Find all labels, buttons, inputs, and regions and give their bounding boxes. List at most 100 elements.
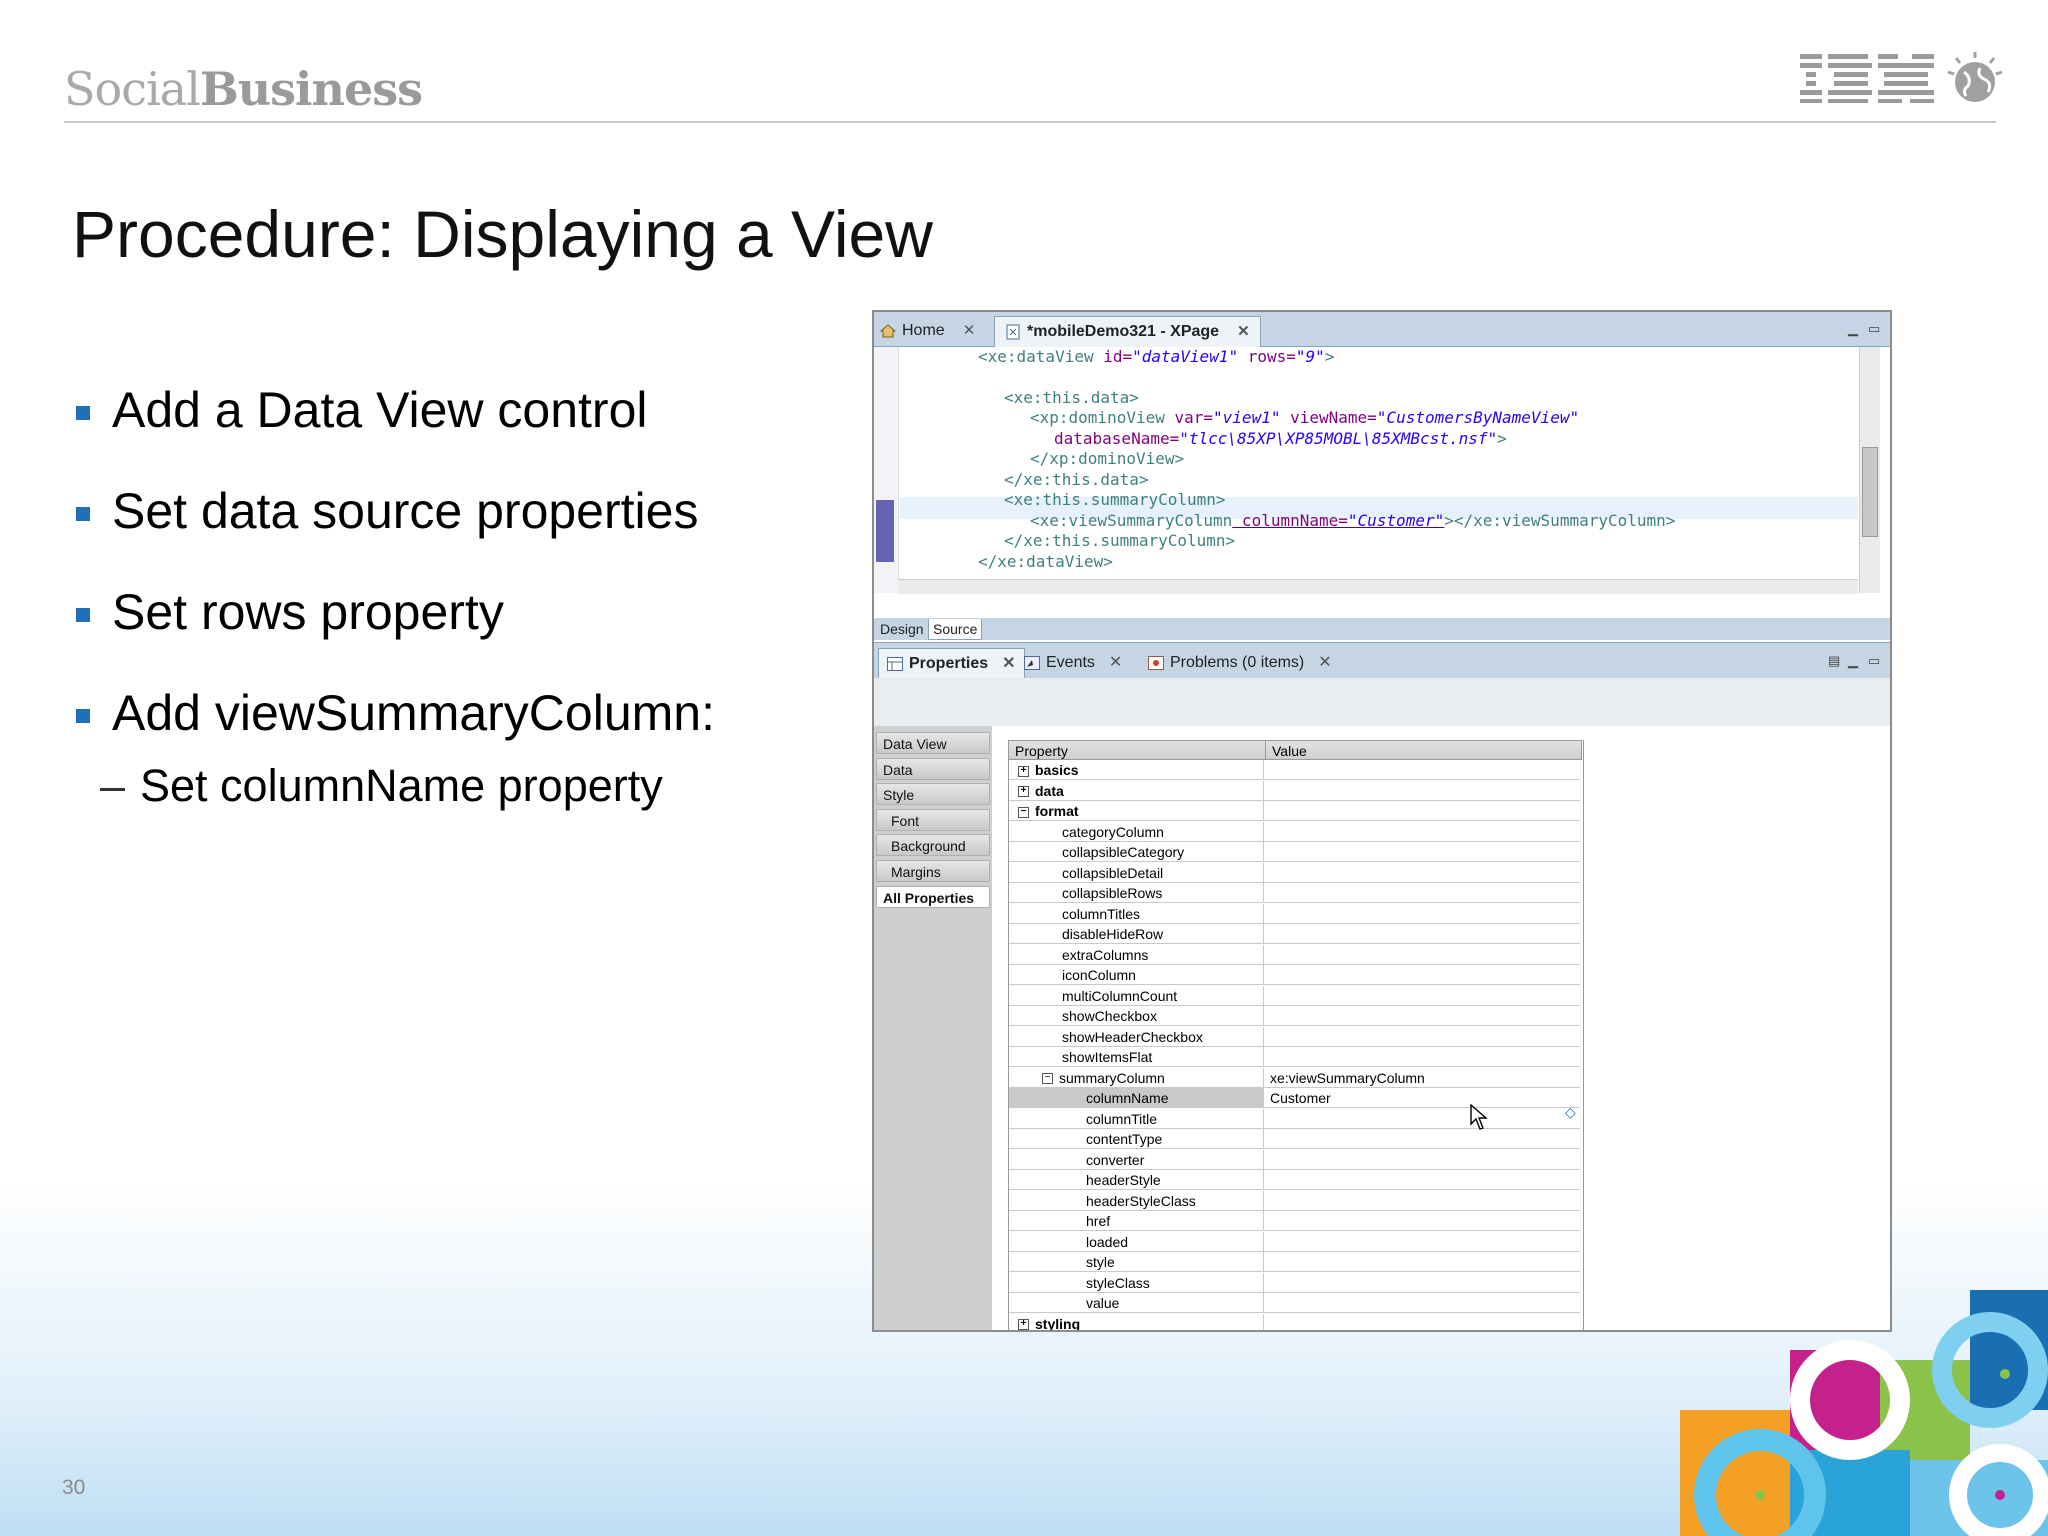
property-row[interactable]: showCheckbox — [1008, 1006, 1580, 1026]
property-row[interactable]: − format — [1008, 801, 1580, 821]
property-value[interactable] — [1266, 1129, 1582, 1149]
property-value[interactable] — [1266, 924, 1582, 944]
header-rule — [64, 121, 1996, 123]
property-value[interactable] — [1266, 801, 1582, 821]
tab-xpage[interactable]: *mobileDemo321 - XPage ✕ — [994, 316, 1261, 347]
property-value[interactable] — [1266, 1027, 1582, 1047]
column-header-value[interactable]: Value — [1265, 740, 1582, 760]
tab-label: Problems (0 items) — [1170, 654, 1305, 671]
property-name-cell: showItemsFlat — [1008, 1047, 1264, 1067]
collapse-icon[interactable]: − — [1018, 806, 1029, 818]
property-value[interactable] — [1266, 842, 1582, 862]
property-row[interactable]: collapsibleDetail — [1008, 862, 1582, 883]
maximize-icon[interactable]: ▭ — [1868, 653, 1880, 669]
property-name: styleClass — [1086, 1274, 1150, 1291]
property-row[interactable]: href — [1008, 1211, 1580, 1231]
property-value[interactable] — [1266, 781, 1582, 801]
expand-icon[interactable]: + — [1018, 1319, 1029, 1330]
collapse-icon[interactable]: − — [1042, 1073, 1053, 1085]
property-name-cell: + data — [1008, 780, 1264, 801]
category-tab[interactable]: Data — [876, 757, 990, 780]
close-icon[interactable]: ✕ — [963, 322, 976, 339]
close-icon[interactable]: ✕ — [1002, 655, 1015, 672]
minimize-icon[interactable]: ▁ — [1848, 321, 1858, 337]
property-value[interactable]: xe:viewSummaryColumn — [1266, 1068, 1582, 1088]
scroll-thumb[interactable] — [1862, 447, 1878, 537]
vertical-scrollbar[interactable] — [1859, 347, 1880, 593]
property-value[interactable] — [1266, 1314, 1582, 1331]
property-value[interactable] — [1266, 1150, 1582, 1170]
property-row[interactable]: columnName Customer — [1008, 1088, 1580, 1108]
tab-home[interactable]: Home ✕ — [880, 316, 975, 346]
property-row[interactable]: style — [1008, 1252, 1580, 1272]
source-editor[interactable]: <xe:dataView id="dataView1" rows="9"> <x… — [874, 347, 1890, 594]
property-row[interactable]: headerStyleClass — [1008, 1190, 1582, 1211]
property-value[interactable] — [1266, 1273, 1582, 1293]
property-value[interactable] — [1266, 760, 1582, 780]
property-row[interactable]: + styling — [1008, 1313, 1582, 1331]
property-name: showCheckbox — [1062, 1008, 1157, 1024]
expand-icon[interactable]: + — [1018, 786, 1029, 798]
property-row[interactable]: extraColumns — [1008, 944, 1582, 965]
tab-source[interactable]: Source — [928, 619, 983, 640]
property-row[interactable]: collapsibleRows — [1008, 883, 1580, 903]
property-row[interactable]: columnTitle — [1008, 1108, 1582, 1129]
property-row[interactable]: disableHideRow — [1008, 924, 1580, 944]
close-icon[interactable]: ✕ — [1318, 654, 1331, 671]
column-header-property[interactable]: Property — [1008, 740, 1266, 760]
property-value[interactable] — [1266, 986, 1582, 1006]
property-value[interactable] — [1266, 1252, 1582, 1272]
property-value[interactable] — [1266, 863, 1582, 883]
property-row[interactable]: collapsibleCategory — [1008, 842, 1580, 862]
tab-design[interactable]: Design — [876, 619, 928, 639]
property-value[interactable] — [1266, 1191, 1582, 1211]
property-row[interactable]: contentType — [1008, 1129, 1580, 1149]
property-row[interactable]: iconColumn — [1008, 965, 1580, 985]
property-value[interactable] — [1266, 1211, 1582, 1231]
property-value[interactable] — [1266, 965, 1582, 985]
maximize-icon[interactable]: ▭ — [1868, 321, 1880, 337]
category-tab[interactable]: Style — [876, 783, 990, 806]
property-value[interactable] — [1266, 1047, 1582, 1067]
tab-problems[interactable]: Problems (0 items) ✕ — [1148, 648, 1332, 678]
property-row[interactable]: styleClass — [1008, 1272, 1582, 1293]
category-tab[interactable]: Data View — [876, 732, 990, 754]
property-value[interactable] — [1266, 883, 1582, 903]
property-row[interactable]: showHeaderCheckbox — [1008, 1026, 1582, 1047]
property-value[interactable] — [1266, 822, 1582, 842]
property-row[interactable]: + data — [1008, 780, 1582, 801]
value-editor-icon[interactable]: ◇ — [1565, 1104, 1576, 1121]
view-menu-icon[interactable]: ▤ — [1828, 653, 1840, 669]
property-row[interactable]: categoryColumn — [1008, 821, 1582, 842]
property-name: columnTitles — [1062, 905, 1141, 922]
property-value[interactable] — [1266, 1293, 1582, 1313]
category-tab[interactable]: Font — [876, 808, 990, 831]
category-tab[interactable]: Margins — [876, 860, 990, 882]
property-name-cell: collapsibleDetail — [1008, 862, 1264, 883]
tab-properties[interactable]: Properties ✕ — [878, 648, 1025, 679]
property-row[interactable]: headerStyle — [1008, 1170, 1580, 1190]
property-row[interactable]: − summaryColumn xe:viewSummaryColumn — [1008, 1067, 1582, 1088]
property-value[interactable] — [1266, 1170, 1582, 1190]
property-value[interactable] — [1266, 1006, 1582, 1026]
property-row[interactable]: columnTitles — [1008, 903, 1582, 924]
property-value[interactable] — [1266, 904, 1582, 924]
property-row[interactable]: loaded — [1008, 1231, 1582, 1252]
property-row[interactable]: showItemsFlat — [1008, 1047, 1580, 1067]
property-row[interactable]: multiColumnCount — [1008, 985, 1582, 1006]
close-icon[interactable]: ✕ — [1109, 654, 1122, 671]
property-row[interactable]: value — [1008, 1293, 1580, 1313]
category-tab[interactable]: Background — [876, 834, 990, 857]
property-value[interactable] — [1266, 1109, 1582, 1129]
expand-icon[interactable]: + — [1018, 765, 1029, 777]
property-value[interactable] — [1266, 945, 1582, 965]
property-row[interactable]: converter — [1008, 1149, 1582, 1170]
property-row[interactable]: + basics — [1008, 760, 1580, 780]
category-tab[interactable]: All Properties — [876, 885, 990, 908]
horizontal-scrollbar[interactable] — [898, 579, 1858, 594]
tab-events[interactable]: Events ✕ — [1024, 648, 1122, 678]
close-icon[interactable]: ✕ — [1237, 323, 1250, 340]
minimize-icon[interactable]: ▁ — [1848, 653, 1858, 669]
property-value[interactable] — [1266, 1232, 1582, 1252]
property-value[interactable]: Customer — [1266, 1088, 1582, 1108]
